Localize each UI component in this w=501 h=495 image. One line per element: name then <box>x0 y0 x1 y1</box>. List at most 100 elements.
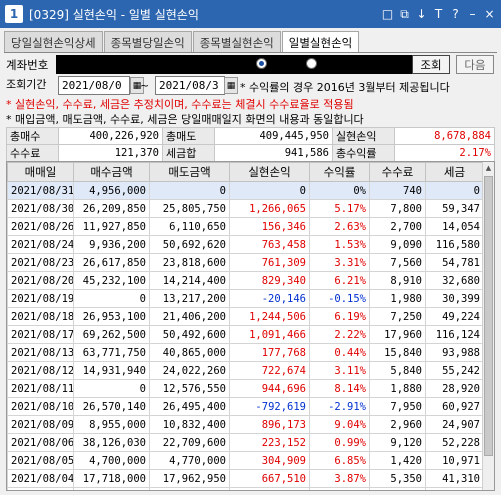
table-row[interactable]: 2021/08/18 26,953,100 21,406,200 1,244,506 6… <box>7 307 484 326</box>
cell-fee: 740 <box>369 181 426 200</box>
table-row[interactable]: 2021/08/034,418,61043,453,770-557,723-1.… <box>7 487 484 490</box>
cell-buy-amount: 0 <box>73 289 150 308</box>
cell-fee: 1,880 <box>369 379 426 398</box>
cell-return: 1.53% <box>309 235 370 254</box>
tab-stock-realized[interactable]: 종목별실현손익 <box>192 31 281 53</box>
return-value: 2.17% <box>394 144 495 162</box>
table-row[interactable]: 2021/08/30 26,209,850 25,805,750 1,266,065 5… <box>7 199 484 218</box>
next-button[interactable]: 다음 <box>456 55 494 74</box>
cell-return: -1.27% <box>309 487 370 490</box>
tab-daily-realized[interactable]: 일별실현손익 <box>281 31 360 53</box>
cell-return: 5.17% <box>309 199 370 218</box>
pin-icon[interactable]: ↓ <box>414 6 429 22</box>
col-trade-date[interactable]: 매매일 <box>7 162 74 182</box>
table-row[interactable]: 2021/08/10 26,570,140 26,495,400 -792,619 -2… <box>7 397 484 416</box>
grid-body: 2021/08/31 4,956,000 0 0 0% 740 0 2021/08/30 26,… <box>7 181 484 490</box>
search-button[interactable]: 조회 <box>412 55 450 74</box>
cell-fee: 1,420 <box>369 451 426 470</box>
table-row[interactable]: 2021/08/04 17,718,000 17,962,950 667,510 3.8… <box>7 469 484 488</box>
window-title: [0329] 실현손익 - 일별 실현손익 <box>29 7 199 22</box>
table-row[interactable]: 2021/08/13 63,771,750 40,865,000 177,768 0.4… <box>7 343 484 362</box>
cell-trade-date: 2021/08/30 <box>7 199 74 218</box>
cell-return: 3.31% <box>309 253 370 272</box>
start-date-input[interactable]: 2021/08/0 <box>58 76 130 95</box>
window-number-icon: 1 <box>5 5 23 23</box>
cell-trade-date: 2021/08/11 <box>7 379 74 398</box>
help-icon[interactable]: ? <box>448 6 463 22</box>
cell-realized: 722,674 <box>229 361 310 380</box>
close-icon[interactable]: × <box>482 6 497 22</box>
cell-trade-date: 2021/08/23 <box>7 253 74 272</box>
minimize-icon[interactable]: – <box>465 6 480 22</box>
tab-stock-daily[interactable]: 종목별당일손익 <box>103 31 192 53</box>
cell-return: -2.91% <box>309 397 370 416</box>
cell-buy-amount: 17,718,000 <box>73 469 150 488</box>
table-row[interactable]: 2021/08/12 14,931,940 24,022,260 722,674 3.1… <box>7 361 484 380</box>
table-row[interactable]: 2021/08/11 0 12,576,550 944,696 8.14% 1,880 28… <box>7 379 484 398</box>
table-row[interactable]: 2021/08/31 4,956,000 0 0 0% 740 0 <box>7 181 484 200</box>
window-controls: □ ⧉ ↓ T ? – × <box>380 6 497 22</box>
cell-fee: 5,350 <box>369 469 426 488</box>
buy-total-label: 총매수 <box>6 127 59 145</box>
col-tax[interactable]: 세금 <box>425 162 484 182</box>
font-size-icon[interactable]: T <box>431 6 446 22</box>
cell-realized: 1,091,466 <box>229 325 310 344</box>
table-row[interactable]: 2021/08/19 0 13,217,200 -20,146 -0.15% 1,980 3… <box>7 289 484 308</box>
daily-radio[interactable] <box>256 58 267 69</box>
cell-fee: 5,840 <box>369 361 426 380</box>
cell-buy-amount: 4,956,000 <box>73 181 150 200</box>
copy-window-icon[interactable]: ⧉ <box>397 6 412 22</box>
cell-realized: 761,309 <box>229 253 310 272</box>
cell-realized: 1,266,065 <box>229 199 310 218</box>
cell-realized: -20,146 <box>229 289 310 308</box>
cell-realized: 1,244,506 <box>229 307 310 326</box>
table-row[interactable]: 2021/08/24 9,936,200 50,692,620 763,458 1.53… <box>7 235 484 254</box>
fee-label: 수수료 <box>6 144 59 162</box>
cell-tax: 41,310 <box>425 469 484 488</box>
restore-icon[interactable]: □ <box>380 6 395 22</box>
cell-buy-amount: 45,232,100 <box>73 271 150 290</box>
cell-trade-date: 2021/08/18 <box>7 307 74 326</box>
table-row[interactable]: 2021/08/06 38,126,030 22,709,600 223,152 0.9… <box>7 433 484 452</box>
cell-sell-amount: 4,770,000 <box>149 451 230 470</box>
cell-tax: 24,907 <box>425 415 484 434</box>
scroll-thumb[interactable] <box>484 176 493 456</box>
cell-tax: 60,927 <box>425 397 484 416</box>
col-realized[interactable]: 실현손익 <box>229 162 310 182</box>
cell-fee: 2,700 <box>369 217 426 236</box>
cell-realized: 829,340 <box>229 271 310 290</box>
tab-divider <box>4 52 497 53</box>
cell-realized: -792,619 <box>229 397 310 416</box>
scroll-up-icon[interactable]: ▲ <box>483 162 494 174</box>
cell-trade-date: 2021/08/05 <box>7 451 74 470</box>
monthly-radio[interactable] <box>306 58 317 69</box>
cell-buy-amount: 11,927,850 <box>73 217 150 236</box>
end-date-input[interactable]: 2021/08/3 <box>155 76 225 95</box>
table-row[interactable]: 2021/08/23 26,617,850 23,818,600 761,309 3.3… <box>7 253 484 272</box>
col-return[interactable]: 수익률 <box>309 162 370 182</box>
cell-fee: 7,950 <box>369 397 426 416</box>
table-row[interactable]: 2021/08/05 4,700,000 4,770,000 304,909 6.85%… <box>7 451 484 470</box>
cell-trade-date: 2021/08/31 <box>7 181 74 200</box>
tab-daily-detail[interactable]: 당일실현손익상세 <box>4 31 103 53</box>
cell-trade-date: 2021/08/09 <box>7 415 74 434</box>
calendar-icon[interactable]: ▦ <box>224 77 238 94</box>
date-range-separator: ~ <box>140 79 150 92</box>
sell-total-label: 총매도 <box>162 127 215 145</box>
cell-trade-date: 2021/08/13 <box>7 343 74 362</box>
estimate-note: * 실현손익, 수수료, 세금은 추정치이며, 수수료는 체결시 수수료율로 적… <box>6 98 354 111</box>
cell-buy-amount: 4,418,610 <box>73 487 150 490</box>
cell-sell-amount: 10,832,400 <box>149 415 230 434</box>
table-row[interactable]: 2021/08/17 69,262,500 50,492,600 1,091,466 2… <box>7 325 484 344</box>
table-row[interactable]: 2021/08/20 45,232,100 14,214,400 829,340 6.2… <box>7 271 484 290</box>
col-sell-amount[interactable]: 매도금액 <box>149 162 230 182</box>
table-row[interactable]: 2021/08/09 8,955,000 10,832,400 896,173 9.04… <box>7 415 484 434</box>
col-buy-amount[interactable]: 매수금액 <box>73 162 150 182</box>
account-number-field[interactable] <box>56 55 414 74</box>
cell-buy-amount: 26,953,100 <box>73 307 150 326</box>
cell-tax: 52,228 <box>425 433 484 452</box>
col-fee[interactable]: 수수료 <box>369 162 426 182</box>
vertical-scrollbar[interactable]: ▲ <box>482 162 494 490</box>
table-row[interactable]: 2021/08/26 11,927,850 6,110,650 156,346 2.63… <box>7 217 484 236</box>
cell-return: -0.15% <box>309 289 370 308</box>
